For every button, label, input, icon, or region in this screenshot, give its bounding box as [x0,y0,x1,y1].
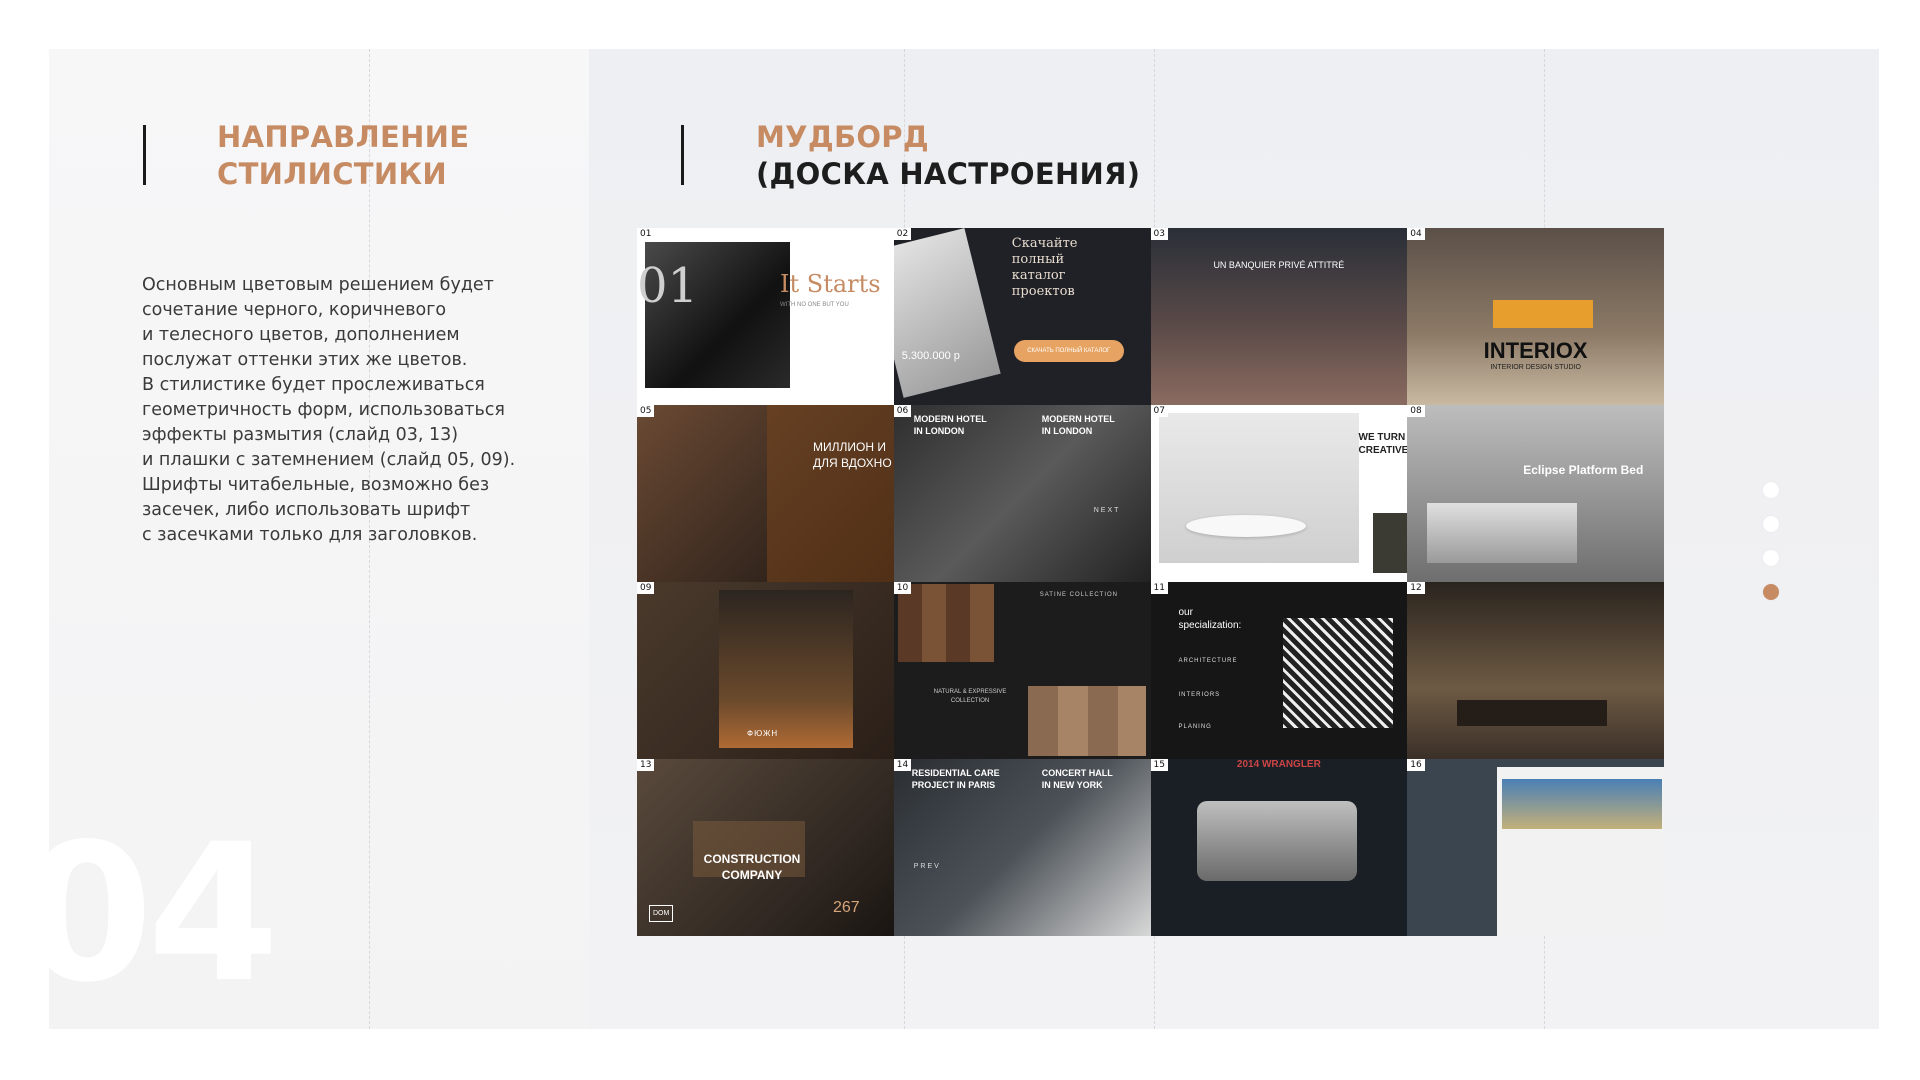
moodboard-title: МУДБОРД (ДОСКА НАСТРОЕНИЯ) [756,119,1140,193]
tile-logo: DOM [649,905,674,922]
moodboard-tile: 01 01 It Starts WITH NO ONE BUT YOU [637,228,894,405]
tile-number: 16 [1407,759,1425,771]
moodboard-tile: 07 WE TURN CREATIVE [1150,405,1408,582]
moodboard-grid: 01 01 It Starts WITH NO ONE BUT YOU 02 С… [637,228,1664,936]
prev-button: PREV [913,863,941,870]
pagination-dot[interactable] [1763,550,1779,566]
tile-number: 11 [1150,582,1168,594]
style-direction-title: НАПРАВЛЕНИЕ СТИЛИСТИКИ [217,119,469,193]
moodboard-tile: 15 2014 WRANGLER [1150,759,1408,936]
tile-caption: our specialization: [1178,607,1242,631]
tile-subcaption: NATURAL & EXPRESSIVE COLLECTION [933,689,1007,704]
moodboard-tile: 02 Скачайте полный каталог проектов 5.30… [893,228,1151,405]
tile-caption: WE TURN CREATIVE [1358,432,1408,456]
title-bar [143,125,146,185]
dark-plate [719,590,853,748]
title-bar [681,125,684,185]
tile-caption: MODERN HOTEL IN LONDON [913,414,987,436]
tile-big-number: 01 [637,258,699,314]
tile-caption: CONCERT HALL IN NEW YORK [1041,768,1113,790]
pagination-dot[interactable] [1763,516,1779,532]
moodboard-tile: 11 our specialization: ARCHITECTURE INTE… [1150,582,1408,759]
tile-caption: It Starts [780,270,881,298]
living-room-photo [1158,413,1359,563]
tile-number: 01 [637,228,655,240]
pagination-dot-active[interactable] [1763,584,1779,600]
moodboard-tile: 04 INTERIOX INTERIOR DESIGN STUDIO [1407,228,1664,405]
wood-sample [1027,686,1146,756]
tile-number: 05 [637,405,655,417]
tile-subcaption: INTERIOR DESIGN STUDIO [1490,364,1581,371]
tile-list-item: ARCHITECTURE [1178,658,1238,664]
moodboard-tile: 09 ФЮЖН [637,582,894,759]
tile-number: 07 [1150,405,1168,417]
moodboard-tile: 13 CONSTRUCTION COMPANY 267 DOM [637,759,894,936]
moodboard-tile: 05 МИЛЛИОН И ДЛЯ ВДОХНО [637,405,894,582]
tile-number: 09 [637,582,655,594]
moodboard-tile: 10 SATINE COLLECTION NATURAL & EXPRESSIV… [893,582,1151,759]
tile-number: 12 [1407,582,1425,594]
table-shape [1185,515,1306,537]
tile-number: 04 [1407,228,1425,240]
wood-sample [897,584,994,662]
style-description: Основным цветовым решением будет сочетан… [142,275,516,545]
tile-number: 03 [1150,228,1168,240]
moodboard-tile: 03 UN BANQUIER PRIVÉ ATTITRÉ [1150,228,1408,405]
dark-plate [767,405,894,582]
moodboard-tile: 08 Eclipse Platform Bed [1407,405,1664,582]
tile-caption: CONSTRUCTION COMPANY [703,852,801,882]
website-hero [1502,779,1663,829]
moodboard-tile: 12 [1407,582,1664,759]
title-line: НАПРАВЛЕНИЕ [217,120,470,154]
tile-number: 10 [893,582,912,594]
tile-caption: SATINE COLLECTION [1039,592,1118,598]
tile-subcaption: WITH NO ONE BUT YOU [780,302,849,308]
moodboard-tile: 06 MODERN HOTEL IN LONDON MODERN HOTEL I… [893,405,1151,582]
tile-caption: RESIDENTIAL CARE PROJECT IN PARIS [911,768,1000,790]
tile-caption: Скачайте полный каталог проектов [1011,236,1078,299]
title-line: СТИЛИСТИКИ [217,157,448,191]
tile-number: 06 [893,405,912,417]
moodboard-tile: 16 [1407,759,1664,936]
pagination-dot[interactable] [1763,482,1779,498]
jeep-photo [1196,801,1357,881]
title-line: МУДБОРД [756,120,929,154]
tile-caption: ФЮЖН [747,729,779,738]
tile-number-value: 267 [833,899,860,916]
tile-list-item: PLANING [1178,724,1212,730]
slide-number: 04 [49,803,279,1024]
tile-caption: UN BANQUIER PRIVÉ ATTITRÉ [1213,260,1345,270]
tile-caption: Eclipse Platform Bed [1523,463,1644,477]
sofa-photo [1493,300,1594,328]
tile-caption: 2014 WRANGLER [1236,759,1321,770]
title-line: (ДОСКА НАСТРОЕНИЯ) [756,157,1141,191]
bed-photo [1427,503,1578,563]
sofa-photo [1457,700,1608,726]
architecture-photo [1282,618,1393,728]
tile-number: 13 [637,759,655,771]
tile-caption: МИЛЛИОН И ДЛЯ ВДОХНО [813,440,892,470]
tile-number: 08 [1407,405,1425,417]
download-catalog-button: СКАЧАТЬ ПОЛНЫЙ КАТАЛОГ [1013,340,1124,362]
tile-list-item: INTERIORS [1178,692,1221,698]
next-button: NEXT [1093,507,1121,514]
pagination [1763,482,1779,618]
tile-caption: MODERN HOTEL IN LONDON [1041,414,1115,436]
tile-price: 5.300.000 р [901,350,960,362]
house-photo [893,228,1001,398]
tile-number: 14 [893,759,912,771]
tile-number: 15 [1150,759,1168,771]
tile-caption: INTERIOX [1483,338,1588,363]
tile-number: 02 [893,228,912,240]
dark-card [1372,513,1408,573]
moodboard-tile: 14 RESIDENTIAL CARE PROJECT IN PARIS CON… [893,759,1151,936]
